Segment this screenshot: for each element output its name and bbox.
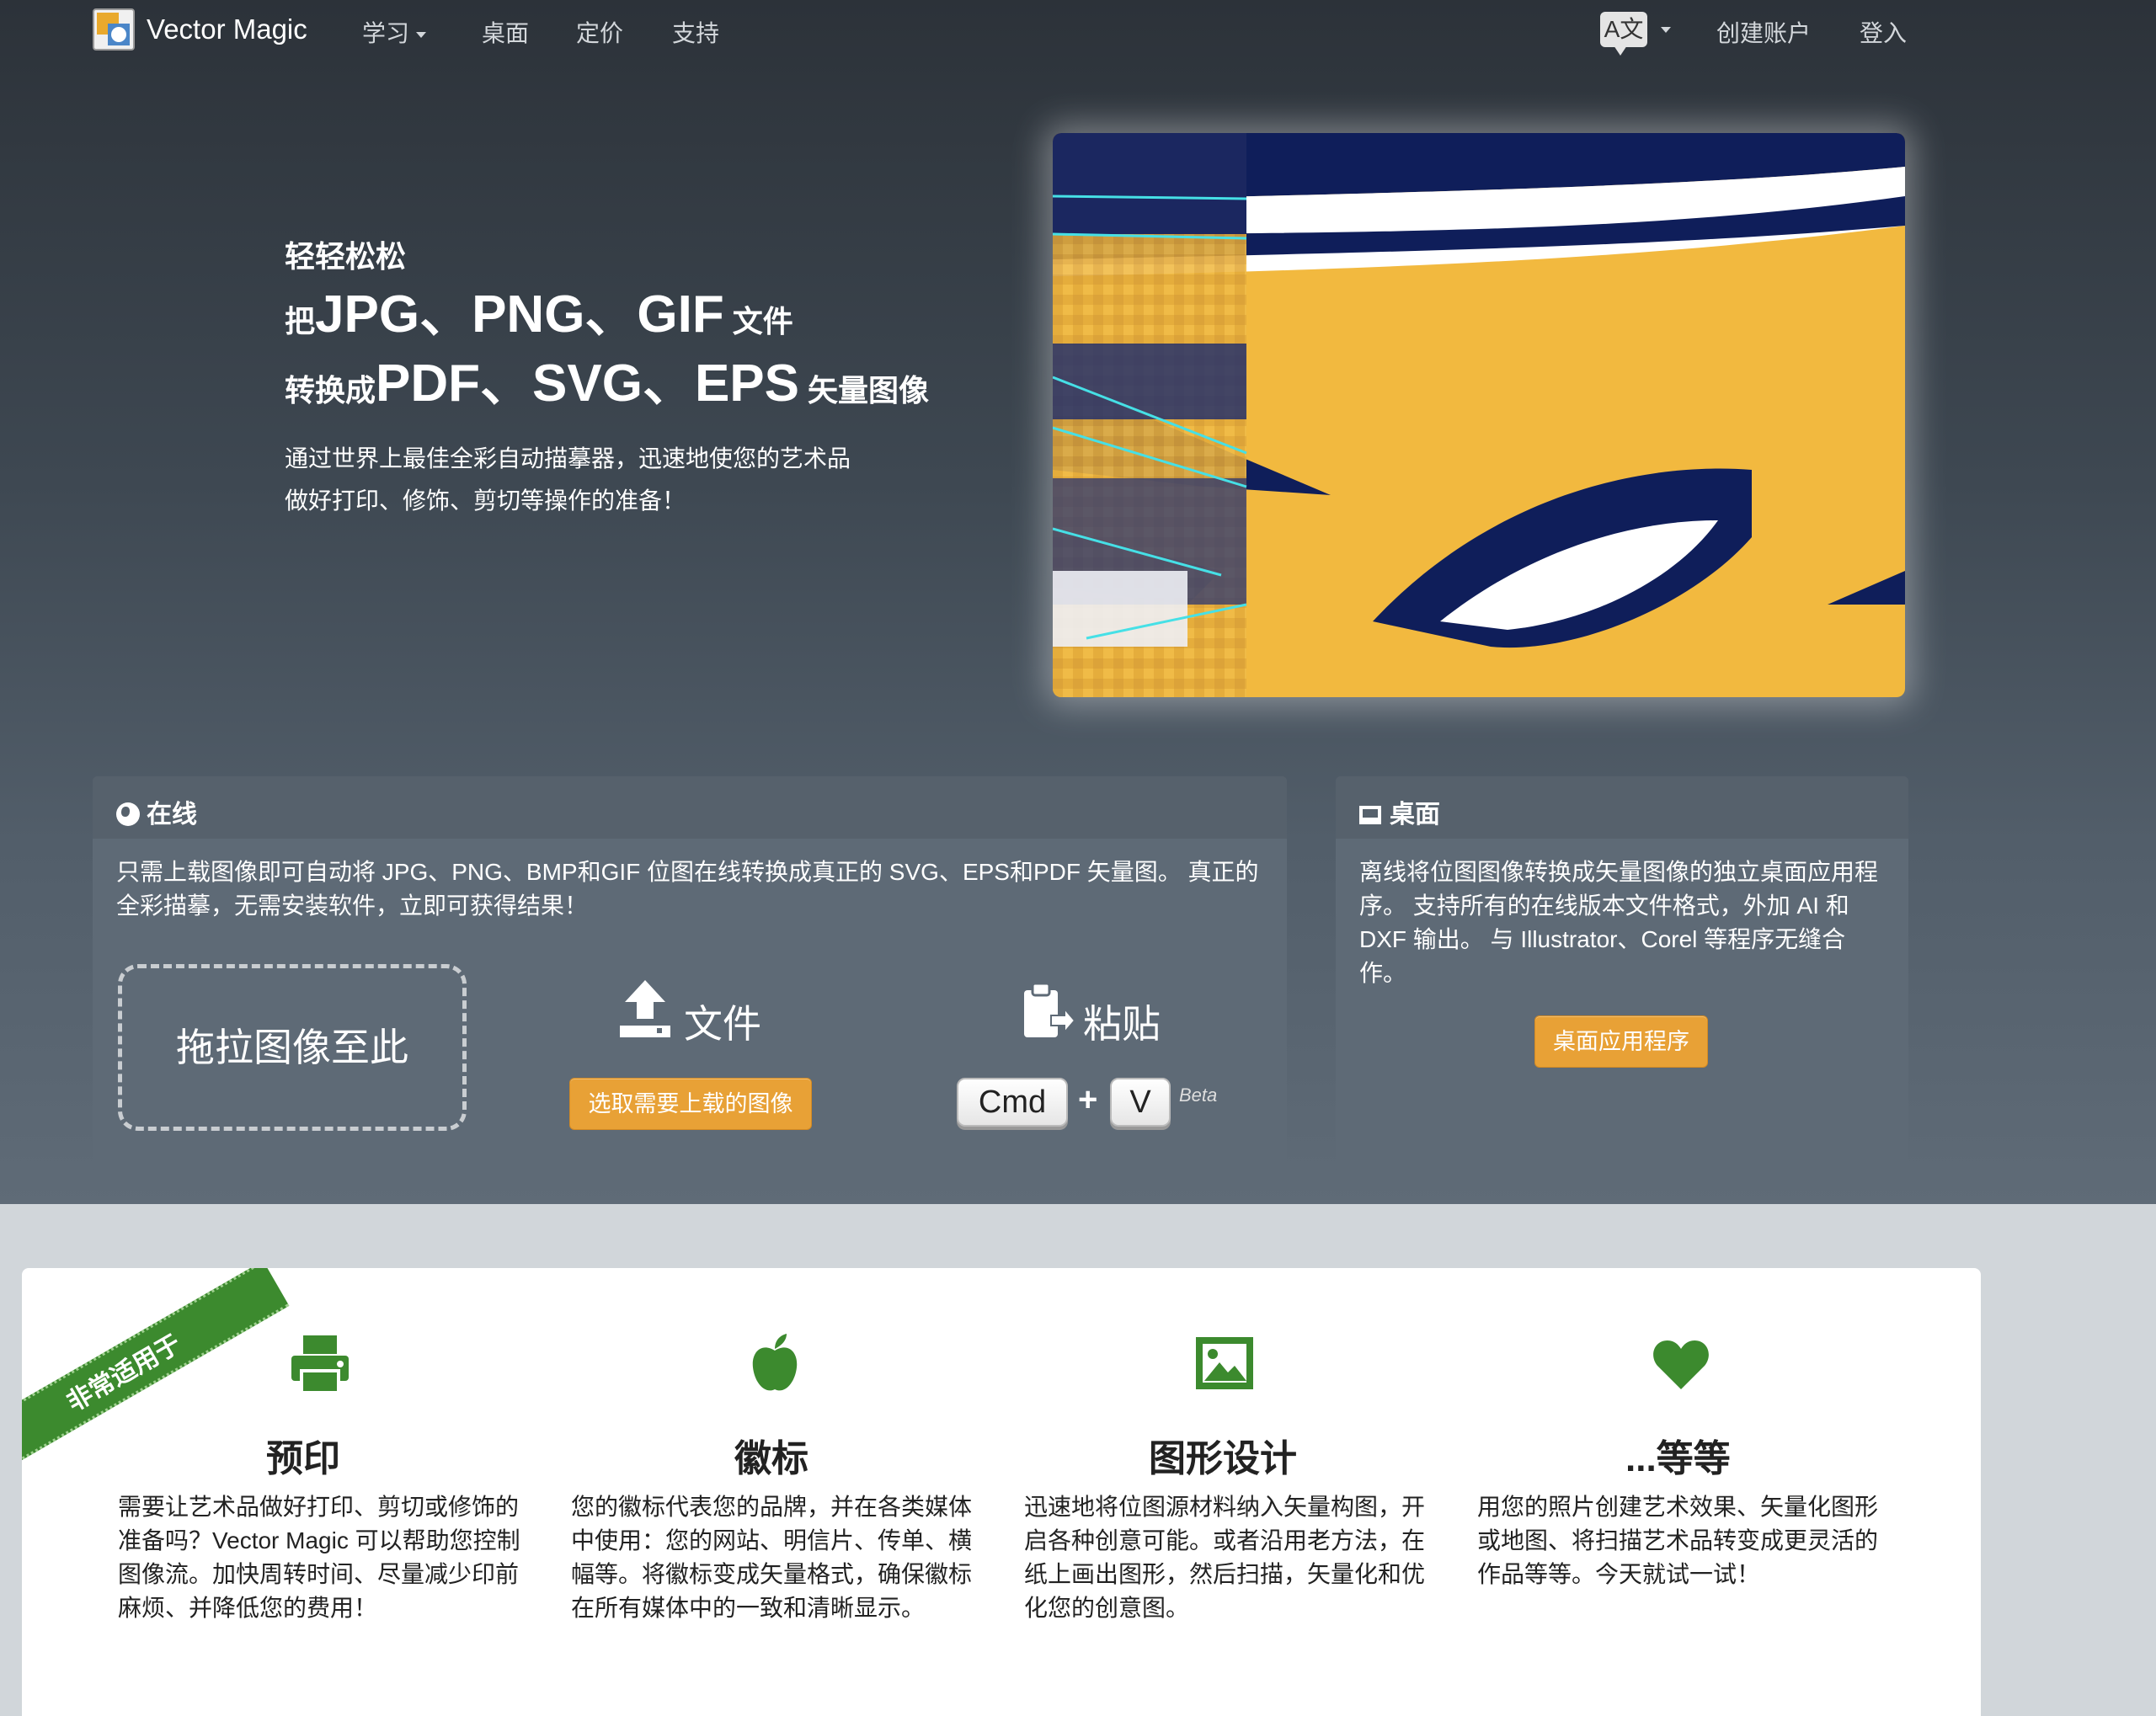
hero-vectorization-illustration <box>1053 133 1905 697</box>
feature-title-more: ...等等 <box>1625 1438 1731 1479</box>
hero-headline-line2: 转换成PDF、SVG、EPS 矢量图像 <box>285 354 930 413</box>
hero-description: 通过世界上最佳全彩自动描摹器，迅速地使您的艺术品做好打印、修饰、剪切等操作的准备… <box>285 445 851 514</box>
feature-text-prepress: 需要让艺术品做好打印、剪切或修饰的准备吗？Vector Magic 可以帮助您控… <box>118 1494 520 1621</box>
brand-name[interactable]: Vector Magic <box>147 13 307 45</box>
online-panel-title: 在线 <box>147 801 197 829</box>
select-image-button[interactable]: 选取需要上载的图像 <box>569 1078 812 1130</box>
desktop-panel: 桌面 离线将位图图像转换成矢量图像的独立桌面应用程序。 支持所有的在线版本文件格… <box>1336 776 1908 1172</box>
features-section: 非常适用于 预印 需要让艺术品做好打印、剪切或修饰的准备吗？Vector Mag… <box>22 1268 1981 1716</box>
feature-title-prepress: 预印 <box>266 1438 340 1479</box>
feature-text-graphic-design: 迅速地将位图源材料纳入矢量构图，开启各种创意可能。或者沿用老方法，在纸上画出图形… <box>1024 1494 1426 1621</box>
feature-title-logos: 徽标 <box>734 1438 808 1479</box>
language-dropdown[interactable] <box>1654 15 1671 42</box>
brand-logo-icon[interactable] <box>93 8 135 51</box>
globe-icon <box>116 802 140 826</box>
login-link[interactable]: 登入 <box>1860 15 1907 49</box>
dropzone-label: 拖拉图像至此 <box>176 1026 408 1069</box>
top-navbar: Vector Magic 学习 桌面 定价 支持 A文 创建账户 登入 <box>0 0 2156 61</box>
create-account-link[interactable]: 创建账户 <box>1716 15 1811 49</box>
features-ribbon: 非常适用于 <box>22 1268 290 1483</box>
chevron-down-icon <box>1661 27 1671 34</box>
monitor-icon <box>1359 806 1381 824</box>
chevron-down-icon <box>416 32 427 39</box>
nav-pricing-link[interactable]: 定价 <box>576 15 623 49</box>
beta-label: Beta <box>1179 1084 1218 1106</box>
hero-eyebrow: 轻轻松松 <box>285 239 407 274</box>
online-panel-header: 在线 <box>93 776 1287 839</box>
apple-icon <box>751 1334 798 1399</box>
paste-label: 粘贴 <box>1083 1002 1161 1046</box>
desktop-app-button[interactable]: 桌面应用程序 <box>1534 1015 1708 1068</box>
desktop-panel-title: 桌面 <box>1390 801 1440 829</box>
cmd-key: Cmd <box>957 1078 1068 1127</box>
online-panel-text: 只需上载图像即可自动将 JPG、PNG、BMP和GIF 位图在线转换成真正的 S… <box>116 859 1259 919</box>
clipboard-icon <box>1021 982 1076 1041</box>
image-dropzone[interactable]: 拖拉图像至此 <box>118 964 467 1131</box>
nav-desktop-link[interactable]: 桌面 <box>482 15 529 49</box>
upload-icon <box>620 980 670 1039</box>
desktop-panel-text: 离线将位图图像转换成矢量图像的独立桌面应用程序。 支持所有的在线版本文件格式，外… <box>1359 859 1879 986</box>
nav-learn-dropdown[interactable]: 学习 <box>362 15 427 49</box>
hero-headline-line1: 把JPG、PNG、GIF 文件 <box>285 285 793 344</box>
heart-icon <box>1652 1339 1710 1395</box>
feature-title-graphic-design: 图形设计 <box>1149 1438 1297 1479</box>
v-key: V <box>1110 1078 1171 1127</box>
printer-icon <box>290 1334 350 1399</box>
feature-text-logos: 您的徽标代表您的品牌，并在各类媒体中使用：您的网站、明信片、传单、横幅等。将徽标… <box>571 1494 973 1621</box>
language-icon[interactable]: A文 <box>1600 12 1647 56</box>
picture-icon <box>1194 1335 1255 1395</box>
file-label: 文件 <box>684 1002 761 1046</box>
feature-text-more: 用您的照片创建艺术效果、矢量化图形或地图、将扫描艺术品转变成更灵活的作品等等。今… <box>1477 1494 1879 1587</box>
desktop-panel-header: 桌面 <box>1336 776 1908 839</box>
nav-learn-label: 学习 <box>362 20 410 46</box>
key-plus: + <box>1078 1081 1098 1118</box>
nav-support-link[interactable]: 支持 <box>672 15 719 49</box>
